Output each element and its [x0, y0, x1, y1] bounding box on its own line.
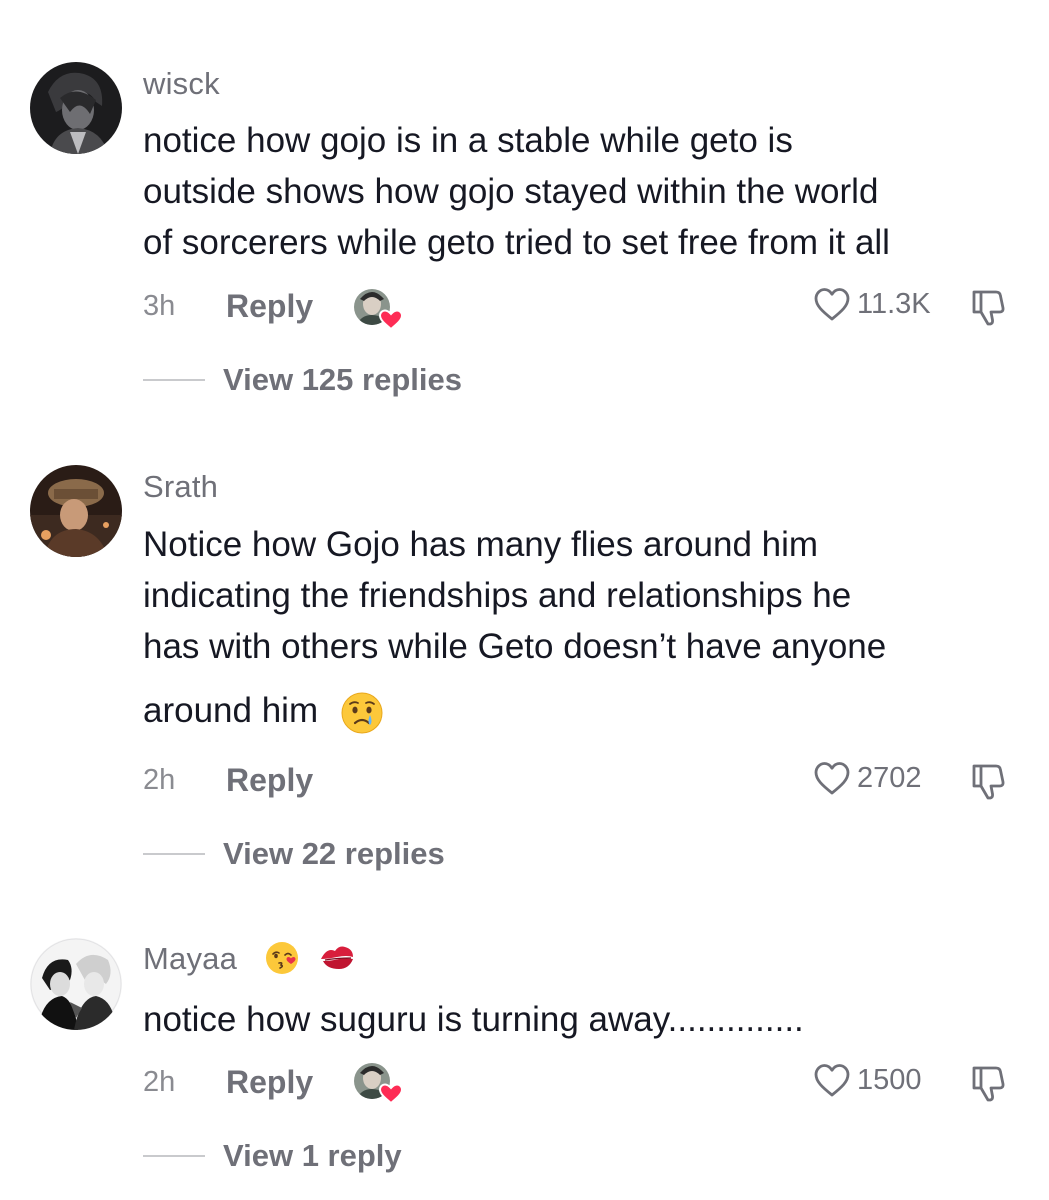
username-text: Mayaa [143, 941, 238, 976]
dislike-button[interactable] [966, 1062, 1010, 1106]
heart-outline-icon [814, 762, 850, 795]
heart-badge-icon [378, 309, 404, 331]
heart-badge-icon [378, 1083, 404, 1105]
reply-button[interactable]: Reply [226, 762, 313, 799]
comment-text-line: of sorcerers while geto tried to set fre… [143, 223, 890, 262]
heart-outline-icon [814, 1064, 850, 1097]
comment-text-line: notice how gojo is in a stable while get… [143, 121, 793, 160]
comment-text: notice how suguru is turning away.......… [143, 994, 1023, 1045]
crying-face-icon [341, 692, 383, 734]
reply-button[interactable]: Reply [226, 1064, 313, 1101]
divider-line [143, 853, 205, 855]
like-count: 1500 [857, 1063, 922, 1096]
avatar-image [30, 465, 122, 557]
view-replies-button[interactable]: View 22 replies [143, 836, 445, 872]
creator-liked-badge [352, 1061, 404, 1107]
like-button[interactable]: 2702 [813, 760, 922, 796]
kissing-face-icon [265, 941, 298, 974]
comment-text-line: Notice how Gojo has many flies around hi… [143, 525, 819, 564]
divider-line [143, 1155, 205, 1157]
dislike-button[interactable] [966, 760, 1010, 804]
timestamp: 2h [143, 1066, 176, 1098]
comment-text: Notice how Gojo has many flies around hi… [143, 519, 1023, 736]
thumbs-down-icon [972, 290, 1005, 326]
view-replies-button[interactable]: View 125 replies [143, 362, 462, 398]
like-count: 11.3K [857, 287, 931, 320]
comment-text: notice how gojo is in a stable while get… [143, 115, 1023, 268]
kiss-mark-icon [320, 946, 353, 969]
avatar[interactable] [30, 62, 122, 154]
thumbs-down-icon [972, 764, 1005, 800]
heart-outline-icon [814, 288, 850, 321]
divider-line [143, 379, 205, 381]
creator-liked-badge [352, 287, 404, 333]
comment-text-line: around him [143, 685, 1023, 736]
like-button[interactable]: 1500 [813, 1062, 922, 1098]
username[interactable]: wisck [143, 66, 220, 102]
comment-text-line: notice how suguru is turning away.......… [143, 1000, 804, 1039]
creator-avatar-icon [354, 289, 404, 331]
avatar-image [30, 62, 122, 154]
timestamp: 3h [143, 290, 176, 322]
view-replies-label: View 22 replies [223, 836, 445, 871]
reply-button[interactable]: Reply [226, 288, 313, 325]
view-replies-label: View 1 reply [223, 1138, 402, 1173]
thumbs-down-icon [972, 1066, 1005, 1102]
comment-text-line: outside shows how gojo stayed within the… [143, 172, 879, 211]
avatar[interactable] [30, 938, 122, 1030]
dislike-button[interactable] [966, 286, 1010, 330]
view-replies-button[interactable]: View 1 reply [143, 1138, 402, 1174]
view-replies-label: View 125 replies [223, 362, 462, 397]
timestamp: 2h [143, 764, 176, 796]
comment-text-line: has with others while Geto doesn’t have … [143, 627, 887, 666]
avatar-image [30, 938, 122, 1030]
comment-text-fragment: around him [143, 691, 319, 730]
creator-avatar-icon [354, 1063, 404, 1105]
username[interactable]: Mayaa [143, 941, 357, 977]
username[interactable]: Srath [143, 469, 218, 505]
avatar[interactable] [30, 465, 122, 557]
like-count: 2702 [857, 761, 922, 794]
like-button[interactable]: 11.3K [813, 286, 931, 322]
comment-text-line: indicating the friendships and relations… [143, 576, 852, 615]
